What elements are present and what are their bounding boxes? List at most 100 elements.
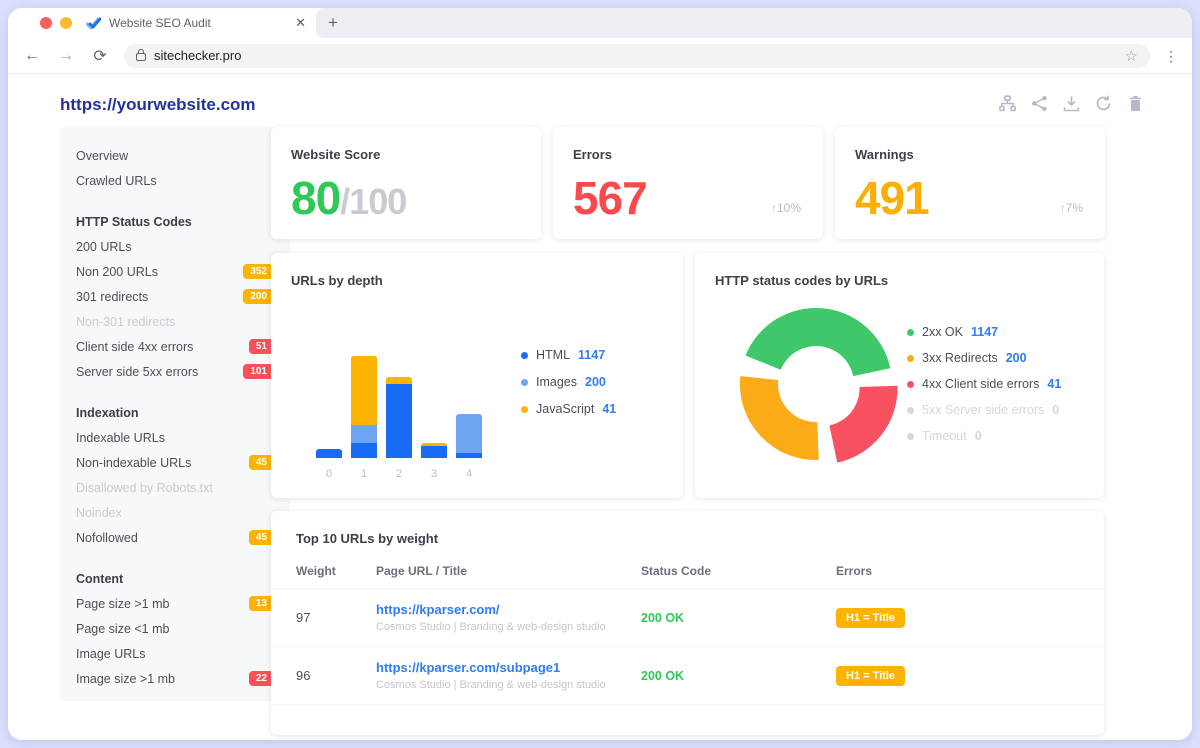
- address-bar-url[interactable]: sitechecker.pro: [154, 48, 1117, 63]
- cell-status-code: 200 OK: [641, 611, 836, 625]
- sidebar-item-page-size-1-mb[interactable]: Page size >1 mb13: [76, 591, 274, 616]
- legend-item-2xx-ok[interactable]: 2xx OK1147: [907, 325, 1061, 339]
- audited-site-url: https://yourwebsite.com: [60, 95, 256, 115]
- stat-card-label: Errors: [573, 147, 803, 162]
- download-icon[interactable]: [1063, 95, 1080, 112]
- sitemap-icon[interactable]: [999, 95, 1016, 112]
- depth-axis-tick: 4: [456, 468, 482, 480]
- sidebar-item-label: Non-indexable URLs: [76, 456, 249, 470]
- sidebar-item-client-side-4xx-errors[interactable]: Client side 4xx errors51: [76, 334, 274, 359]
- sidebar-item-image-urls[interactable]: Image URLs: [76, 641, 274, 666]
- sidebar-group-title-label: Content: [76, 572, 123, 586]
- depth-bar-chart: [316, 343, 482, 458]
- legend-label: 4xx Client side errors: [922, 377, 1039, 391]
- bookmark-star-icon[interactable]: ☆: [1125, 47, 1138, 65]
- sidebar-item-noindex[interactable]: Noindex: [76, 500, 274, 525]
- table-row: 97https://kparser.com/Cosmos Studio | Br…: [271, 589, 1104, 647]
- tab-strip-rest: +: [316, 8, 1192, 38]
- bar-segment-html: [386, 384, 412, 458]
- legend-label: 5xx Server side errors: [922, 403, 1044, 417]
- close-window-button[interactable]: [40, 17, 52, 29]
- stat-card-website-score: Website Score80/100: [271, 127, 541, 239]
- donut-slice-2xx-ok: [746, 308, 891, 376]
- legend-value: 200: [585, 375, 606, 389]
- sidebar-item-non-200-urls[interactable]: Non 200 URLs352: [76, 259, 274, 284]
- sidebar-item-overview[interactable]: Overview: [76, 143, 274, 168]
- stat-card-delta: ↑10%: [771, 201, 801, 215]
- cell-status-code: 200 OK: [641, 669, 836, 683]
- stat-card-suffix: /100: [340, 181, 406, 222]
- bar-segment-html: [351, 443, 377, 458]
- back-button[interactable]: ←: [22, 47, 42, 65]
- forward-button[interactable]: →: [56, 47, 76, 65]
- depth-axis-tick: 0: [316, 468, 342, 480]
- stat-card-number: 491: [855, 172, 929, 224]
- legend-dot: [521, 352, 528, 359]
- sidebar-group-gap: [76, 384, 274, 400]
- refresh-icon[interactable]: [1095, 95, 1112, 112]
- legend-item-timeout[interactable]: Timeout0: [907, 429, 1061, 443]
- legend-item-5xx-server-side-errors[interactable]: 5xx Server side errors 0: [907, 403, 1061, 417]
- error-badge: H1 = Title: [836, 608, 905, 628]
- sidebar-item-image-size-1-mb[interactable]: Image size >1 mb22: [76, 666, 274, 691]
- legend-label: Timeout: [922, 429, 967, 443]
- stat-card-number: 567: [573, 172, 647, 224]
- sidebar-item-non-301-redirects[interactable]: Non-301 redirects: [76, 309, 274, 334]
- bar-segment-javascript: [386, 377, 412, 384]
- sidebar-item-200-urls[interactable]: 200 URLs: [76, 234, 274, 259]
- tab-close-icon[interactable]: ✕: [295, 15, 306, 31]
- trash-icon[interactable]: [1127, 95, 1144, 112]
- legend-dot: [907, 433, 914, 440]
- legend-item-images[interactable]: Images200: [521, 375, 616, 389]
- legend-item-javascript[interactable]: JavaScript41: [521, 402, 616, 416]
- sidebar-item-label: 301 redirects: [76, 290, 243, 304]
- bar-segment-html: [456, 453, 482, 458]
- legend-value: 41: [1047, 377, 1061, 391]
- stat-card-label: Warnings: [855, 147, 1085, 162]
- cell-errors: H1 = Title: [836, 608, 1079, 628]
- minimize-window-button[interactable]: [60, 17, 72, 29]
- depth-axis-tick: 2: [386, 468, 412, 480]
- stat-card-value: 491: [855, 171, 929, 225]
- stat-card-warnings: Warnings491↑7%: [835, 127, 1105, 239]
- sidebar-item-nofollowed[interactable]: Nofollowed45: [76, 525, 274, 550]
- col-header-url: Page URL / Title: [376, 564, 641, 578]
- sidebar-item-301-redirects[interactable]: 301 redirects200: [76, 284, 274, 309]
- legend-dot: [907, 407, 914, 414]
- legend-value: 0: [1052, 403, 1059, 417]
- status-codes-legend: 2xx OK1147 3xx Redirects200 4xx Client sid…: [907, 325, 1061, 443]
- sidebar-group-title: HTTP Status Codes: [76, 209, 274, 234]
- page-url-link[interactable]: https://kparser.com/subpage1: [376, 660, 641, 675]
- legend-item-4xx-client-side-errors[interactable]: 4xx Client side errors 41: [907, 377, 1061, 391]
- sidebar-item-crawled-urls[interactable]: Crawled URLs: [76, 168, 274, 193]
- sidebar-group-gap: [76, 550, 274, 566]
- legend-item-3xx-redirects[interactable]: 3xx Redirects200: [907, 351, 1061, 365]
- sidebar-item-page-size-1-mb[interactable]: Page size <1 mb: [76, 616, 274, 641]
- sidebar-item-non-indexable-urls[interactable]: Non-indexable URLs45: [76, 450, 274, 475]
- donut-slice-4xx-client-side-errors: [829, 386, 897, 463]
- share-icon[interactable]: [1031, 95, 1048, 112]
- stat-card-value: 567: [573, 171, 647, 225]
- sidebar-item-label: Page size <1 mb: [76, 622, 274, 636]
- sidebar-item-server-side-5xx-errors[interactable]: Server side 5xx errors101: [76, 359, 274, 384]
- bar-segment-images: [456, 414, 482, 453]
- sidebar-item-label: 200 URLs: [76, 240, 274, 254]
- col-header-status: Status Code: [641, 564, 836, 578]
- browser-menu-icon[interactable]: ⋮: [1164, 54, 1178, 58]
- tab-website-seo-audit[interactable]: Website SEO Audit ✕: [76, 8, 316, 38]
- page-url-link[interactable]: https://kparser.com/: [376, 602, 641, 617]
- new-tab-button[interactable]: +: [328, 13, 338, 33]
- sidebar-item-disallowed-by-robots-txt[interactable]: Disallowed by Robots.txt: [76, 475, 274, 500]
- table-body: 97https://kparser.com/Cosmos Studio | Br…: [271, 589, 1104, 705]
- lock-icon: [136, 53, 146, 61]
- address-bar[interactable]: sitechecker.pro ☆: [124, 44, 1150, 68]
- sidebar-item-indexable-urls[interactable]: Indexable URLs: [76, 425, 274, 450]
- sidebar-item-badge: 352: [243, 264, 274, 279]
- cell-weight: 96: [296, 668, 376, 683]
- stat-card-number: 80: [291, 172, 340, 224]
- legend-item-html[interactable]: HTML1147: [521, 348, 616, 362]
- sidebar-item-label: Nofollowed: [76, 531, 249, 545]
- urls-by-depth-title: URLs by depth: [291, 273, 663, 288]
- sidebar-item-label: Noindex: [76, 506, 274, 520]
- reload-button[interactable]: ⟳: [90, 46, 110, 66]
